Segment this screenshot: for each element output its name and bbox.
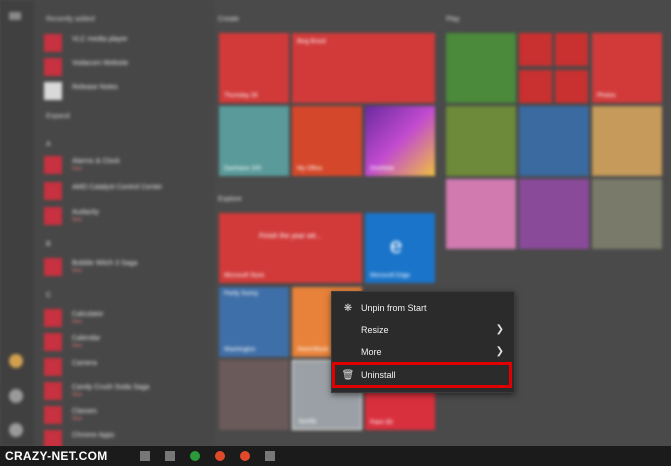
weather-tile[interactable]: Partly Sunny Washington <box>219 287 289 357</box>
groove-tile[interactable] <box>555 33 588 66</box>
list-item[interactable]: AMD Catalyst Control Center <box>44 182 204 200</box>
list-item[interactable]: Classes New <box>44 406 204 424</box>
minecraft-tile[interactable] <box>446 33 516 103</box>
edge-icon: e <box>390 233 403 258</box>
taskbar-icon[interactable] <box>140 451 150 461</box>
hamburger-icon[interactable] <box>9 12 21 20</box>
strategy-game-tile[interactable] <box>592 179 662 249</box>
power-icon[interactable] <box>9 423 23 437</box>
list-item[interactable]: VLC media player <box>44 34 204 52</box>
taskbar-icon[interactable] <box>265 451 275 461</box>
letter-header[interactable]: A <box>46 141 51 148</box>
list-item[interactable]: Release Notes <box>44 82 204 100</box>
menu-item-unpin[interactable]: ❋ Unpin from Start <box>332 298 514 320</box>
calculator-small-tile[interactable] <box>519 70 552 103</box>
list-item[interactable]: Calendar New <box>44 333 204 351</box>
dashlane-tile[interactable]: Dashlane 200 <box>219 106 289 176</box>
menu-item-resize[interactable]: Resize ❯ <box>332 320 514 342</box>
photos-tile[interactable]: Photos <box>592 33 662 103</box>
settings-icon[interactable] <box>9 389 23 403</box>
letter-header[interactable]: C <box>46 292 51 299</box>
game-tile[interactable] <box>592 106 662 176</box>
taskbar-icon[interactable] <box>165 451 175 461</box>
video-tile[interactable] <box>519 33 552 66</box>
group-header-play[interactable]: Play <box>446 16 460 23</box>
chevron-right-icon: ❯ <box>495 324 504 335</box>
calendar-tile[interactable]: Thursday 28 <box>219 33 289 103</box>
list-item[interactable]: Calculator New <box>44 309 204 327</box>
onenote-tile[interactable]: OneNote <box>365 106 435 176</box>
disney-tile[interactable] <box>446 179 516 249</box>
list-item[interactable]: Bubble Witch 3 Saga New <box>44 258 204 276</box>
uninstall-highlight-box <box>332 362 512 388</box>
taskbar: CRAZY-NET.COM <box>0 446 671 466</box>
recently-added-header: Recently added <box>46 16 95 23</box>
list-item[interactable]: Candy Crush Soda Saga New <box>44 382 204 400</box>
minecraft-tile-2[interactable] <box>446 106 516 176</box>
menu-item-more[interactable]: More ❯ <box>332 342 514 364</box>
start-left-rail <box>0 0 34 446</box>
unpin-icon: ❋ <box>343 303 353 314</box>
avatar[interactable] <box>9 354 23 368</box>
group-header-create[interactable]: Create <box>218 16 239 23</box>
store-tile[interactable]: Finish the year wit... Microsoft Store <box>219 213 362 283</box>
app-list: Recently added VLC media player Vodacom … <box>34 0 214 448</box>
chevron-right-icon: ❯ <box>495 346 504 357</box>
edge-tile[interactable]: e Microsoft Edge <box>365 213 435 283</box>
list-item[interactable]: Vodacom Website <box>44 58 204 76</box>
letter-header[interactable]: B <box>46 241 51 248</box>
taskbar-icon[interactable] <box>190 451 200 461</box>
chrome-icon[interactable] <box>215 451 225 461</box>
camera-small-tile[interactable] <box>555 70 588 103</box>
list-item[interactable]: Alarms & Clock New <box>44 156 204 174</box>
watermark: CRAZY-NET.COM <box>5 449 108 463</box>
photo-news-tile[interactable] <box>219 360 289 430</box>
list-item[interactable]: Audacity New <box>44 207 204 225</box>
expand-header[interactable]: Expand <box>46 113 70 120</box>
mail-tile[interactable]: Blog Brasil <box>292 33 435 103</box>
bubble-witch-tile[interactable] <box>519 179 589 249</box>
chrome-icon[interactable] <box>240 451 250 461</box>
myoffice-tile[interactable]: My Office <box>292 106 362 176</box>
group-header-explore[interactable]: Explore <box>218 196 242 203</box>
solitaire-tile[interactable] <box>519 106 589 176</box>
list-item[interactable]: Camera <box>44 358 204 376</box>
